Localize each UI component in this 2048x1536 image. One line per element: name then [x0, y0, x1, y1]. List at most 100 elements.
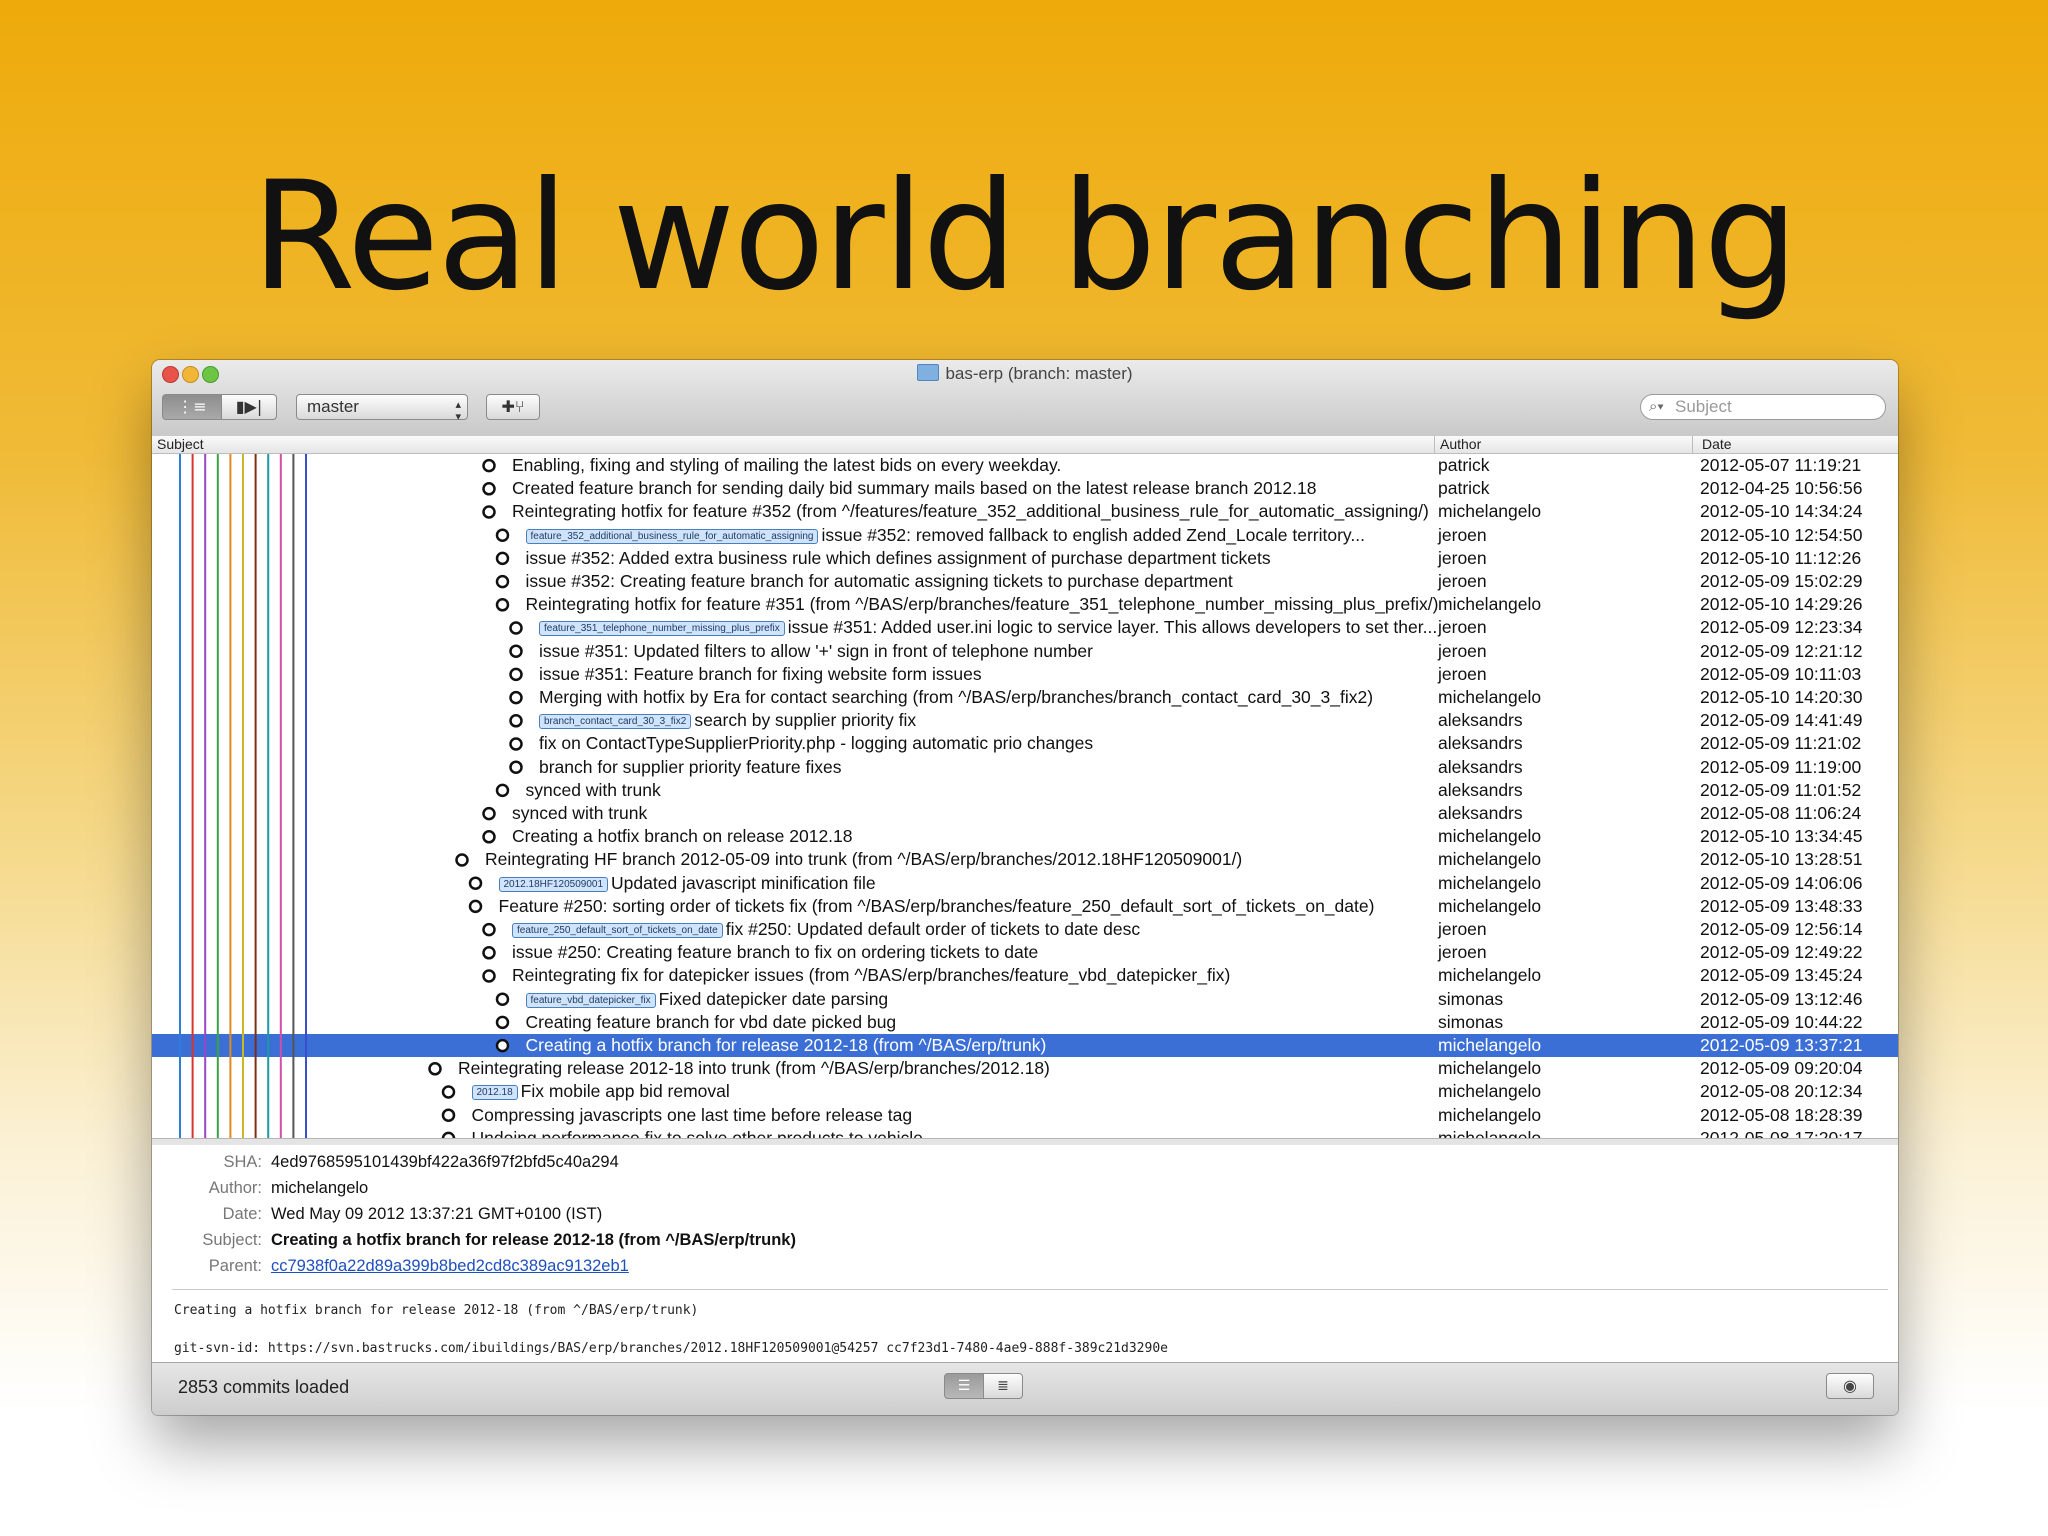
commit-row[interactable]: issue #352: Creating feature branch for …: [152, 570, 1898, 593]
commit-row[interactable]: issue #351: Updated filters to allow '+'…: [152, 640, 1898, 663]
commit-row[interactable]: feature_352_additional_business_rule_for…: [152, 524, 1898, 547]
commit-row[interactable]: Reintegrating HF branch 2012-05-09 into …: [152, 848, 1898, 871]
window-title: bas-erp (branch: master): [945, 364, 1133, 383]
commit-row[interactable]: Undoing performance fix to solve other p…: [152, 1127, 1898, 1138]
commit-author: aleksandrs: [1438, 733, 1523, 754]
commit-date: 2012-05-10 11:12:26: [1700, 547, 1862, 568]
commit-row[interactable]: Reintegrating release 2012-18 into trunk…: [152, 1057, 1898, 1080]
commit-subject-text: Undoing performance fix to solve other p…: [471, 1127, 923, 1138]
commit-subject-text: Compressing javascripts one last time be…: [471, 1104, 913, 1125]
commit-author: michelangelo: [1438, 965, 1542, 986]
commit-date: 2012-05-10 14:34:24: [1700, 501, 1863, 522]
add-branch-button[interactable]: ✚⑂: [486, 394, 540, 420]
commit-row[interactable]: Reintegrating hotfix for feature #351 (f…: [152, 593, 1898, 616]
commit-author: jeroen: [1438, 640, 1487, 661]
slide-title: Real world branching: [251, 150, 1798, 324]
commit-subject: feature_351_telephone_number_missing_plu…: [539, 616, 1804, 639]
commit-row[interactable]: Creating a hotfix branch for release 201…: [152, 1034, 1898, 1058]
commit-row[interactable]: issue #352: Added extra business rule wh…: [152, 547, 1898, 570]
commit-subject-text: Fixed datepicker date parsing: [658, 988, 889, 1009]
commit-row[interactable]: branch_contact_card_30_3_fix2 search by s…: [152, 709, 1898, 732]
commit-row[interactable]: Feature #250: sorting order of tickets f…: [152, 895, 1898, 918]
quicklook-button[interactable]: ◉: [1826, 1373, 1874, 1399]
commit-row[interactable]: Compressing javascripts one last time be…: [152, 1104, 1898, 1127]
commit-date: 2012-05-09 13:48:33: [1700, 895, 1863, 916]
column-header-author[interactable]: Author: [1440, 436, 1481, 453]
commit-row[interactable]: Creating feature branch for vbd date pic…: [152, 1011, 1898, 1034]
commit-author: michelangelo: [1438, 849, 1542, 870]
commit-subject: issue #351: Updated filters to allow '+'…: [539, 640, 1804, 663]
commit-author: michelangelo: [1438, 501, 1542, 522]
commit-row[interactable]: Reintegrating fix for datepicker issues …: [152, 964, 1898, 987]
git-svn-id: git-svn-id: https://svn.bastrucks.com/ib…: [174, 1341, 1168, 1356]
commit-subject-text: Creating a hotfix branch for release 201…: [525, 1035, 1047, 1055]
commit-row[interactable]: feature_351_telephone_number_missing_plu…: [152, 616, 1898, 639]
commit-row[interactable]: synced with trunk aleksandrs 2012-05-08 11…: [152, 802, 1898, 825]
commit-row[interactable]: issue #250: Creating feature branch to f…: [152, 941, 1898, 964]
search-icon: ⌕▾: [1649, 398, 1664, 415]
commit-subject: Enabling, fixing and styling of mailing …: [512, 454, 1777, 477]
lines-icon: ≣: [997, 1378, 1009, 1394]
commit-author: jeroen: [1438, 919, 1487, 939]
commit-author: simonas: [1438, 988, 1504, 1009]
commit-row[interactable]: branch for supplier priority feature fix…: [152, 756, 1898, 779]
eye-icon: ◉: [1843, 1376, 1857, 1395]
commit-subject-text: issue #351: Added user.ini logic to serv…: [787, 617, 1438, 638]
column-divider[interactable]: [1692, 436, 1693, 453]
commit-date: 2012-05-09 13:12:46: [1700, 988, 1863, 1009]
gitx-window: bas-erp (branch: master) ⋮≡ ▮▶| master ▴…: [152, 360, 1898, 1415]
commit-author: jeroen: [1438, 571, 1487, 591]
branch-tag: feature_352_additional_business_rule_for…: [525, 528, 819, 544]
branch-select[interactable]: master ▴ ▾: [296, 394, 468, 423]
author-label: Author:: [208, 1179, 262, 1197]
commit-subject-text: issue #250: Creating feature branch to f…: [512, 942, 1039, 963]
commit-row[interactable]: fix on ContactTypeSupplierPriority.php -…: [152, 732, 1898, 755]
commit-author: michelangelo: [1438, 1058, 1542, 1079]
commit-subject-text: issue #351: Feature branch for fixing we…: [539, 663, 982, 684]
commit-author: jeroen: [1438, 663, 1487, 684]
details-divider: [172, 1289, 1888, 1290]
commit-row[interactable]: Created feature branch for sending daily…: [152, 477, 1898, 500]
commit-author: michelangelo: [1438, 1104, 1542, 1125]
column-header-date[interactable]: Date: [1702, 436, 1732, 453]
commit-author: jeroen: [1438, 942, 1487, 963]
status-text: 2853 commits loaded: [178, 1377, 350, 1397]
column-header-subject[interactable]: Subject: [157, 436, 204, 453]
list-view-button[interactable]: ☰: [944, 1373, 984, 1399]
commit-list[interactable]: Enabling, fixing and styling of mailing …: [152, 454, 1898, 1138]
branch-tag: feature_250_default_sort_of_tickets_on_d…: [512, 923, 723, 938]
commit-subject-text: Enabling, fixing and styling of mailing …: [512, 455, 1062, 475]
parent-link[interactable]: cc7938f0a22d89a399b8bed2cd8c389ac9132eb1: [271, 1257, 629, 1276]
search-input[interactable]: ⌕▾ Subject: [1640, 394, 1886, 420]
history-view-button[interactable]: ⋮≡: [162, 394, 222, 420]
commit-author: michelangelo: [1438, 1035, 1542, 1055]
commit-subject-text: search by supplier priority fix: [694, 710, 917, 731]
commit-subject: Creating a hotfix branch for release 201…: [526, 1034, 1791, 1057]
date-value: Wed May 09 2012 13:37:21 GMT+0100 (IST): [271, 1205, 603, 1223]
commit-subject-text: fix #250: Updated default order of ticke…: [725, 919, 1141, 939]
commit-row[interactable]: synced with trunk aleksandrs 2012-05-09 11…: [152, 779, 1898, 802]
commit-row[interactable]: feature_vbd_datepicker_fix Fixed datepick…: [152, 988, 1898, 1011]
commit-date: 2012-05-09 12:21:12: [1700, 640, 1863, 661]
commit-author: aleksandrs: [1438, 710, 1523, 731]
commit-subject-text: Merging with hotfix by Era for contact s…: [539, 687, 1374, 707]
detail-view-button[interactable]: ≣: [983, 1373, 1023, 1399]
sha-label: SHA:: [223, 1153, 262, 1171]
commit-subject: Merging with hotfix by Era for contact s…: [539, 686, 1804, 709]
add-branch-icon: ✚⑂: [501, 397, 525, 416]
commit-row[interactable]: Enabling, fixing and styling of mailing …: [152, 454, 1898, 477]
commit-row[interactable]: Merging with hotfix by Era for contact s…: [152, 686, 1898, 709]
column-divider[interactable]: [1434, 436, 1435, 453]
commit-row[interactable]: 2012.18 Fix mobile app bid removal michela…: [152, 1080, 1898, 1103]
commit-subject-text: branch for supplier priority feature fix…: [539, 756, 842, 777]
commit-subject: 2012.18 Fix mobile app bid removal: [471, 1080, 1737, 1103]
commit-subject: Compressing javascripts one last time be…: [472, 1104, 1737, 1127]
commit-row[interactable]: Creating a hotfix branch on release 2012…: [152, 825, 1898, 848]
commit-row[interactable]: Reintegrating hotfix for feature #352 (f…: [152, 500, 1898, 523]
commit-subject-text: issue #352: removed fallback to english …: [821, 524, 1365, 545]
commit-row[interactable]: issue #351: Feature branch for fixing we…: [152, 663, 1898, 686]
commit-view-button[interactable]: ▮▶|: [221, 394, 277, 420]
commit-row[interactable]: feature_250_default_sort_of_tickets_on_d…: [152, 918, 1898, 941]
branch-tag: feature_351_telephone_number_missing_plu…: [539, 621, 785, 637]
commit-row[interactable]: 2012.18HF120509001 Updated javascript min…: [152, 872, 1898, 895]
